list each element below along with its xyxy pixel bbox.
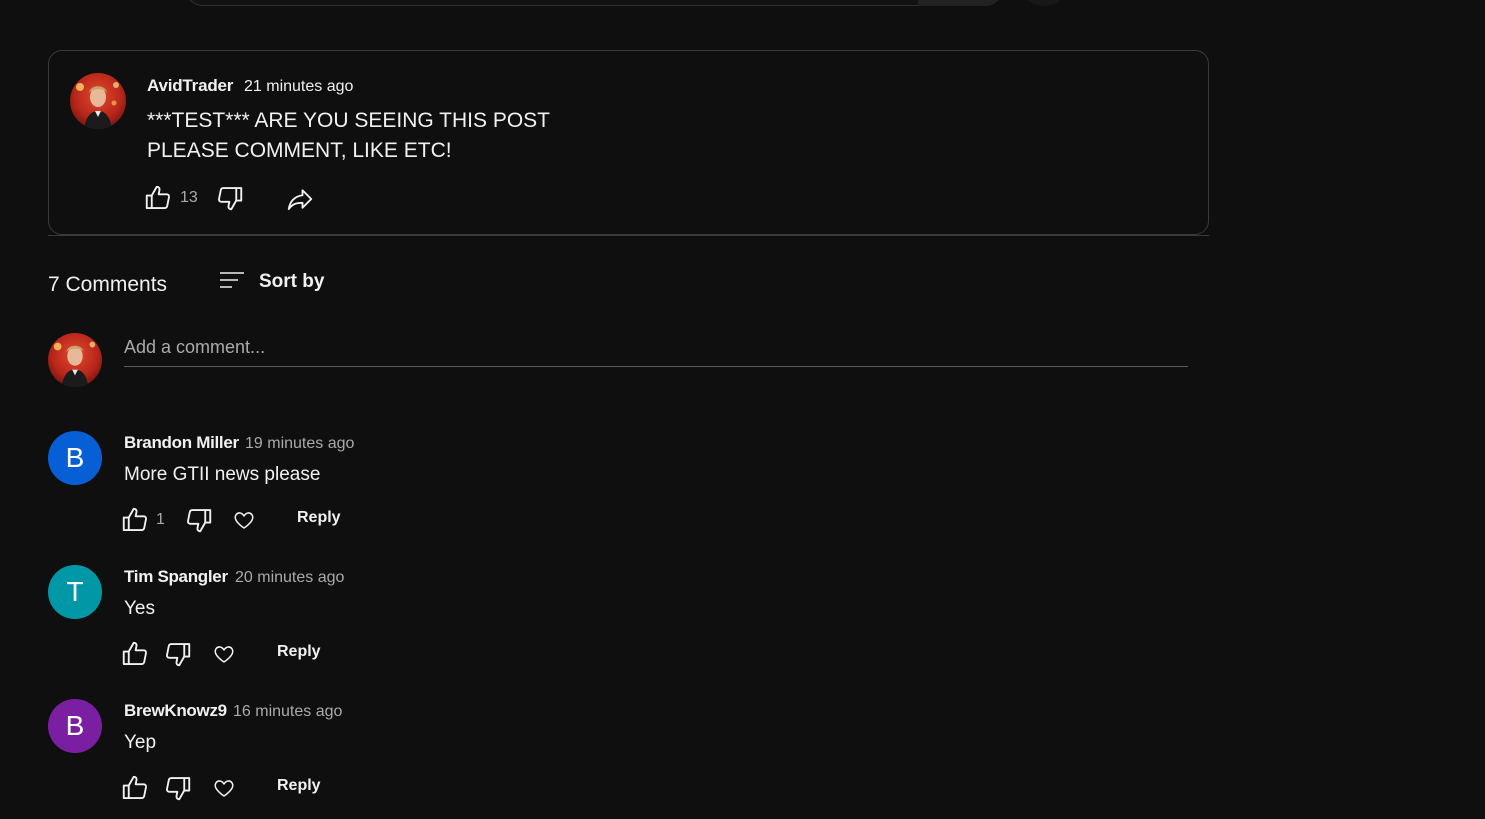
heart-icon: [214, 780, 234, 797]
thumbs-down-icon: [187, 509, 212, 533]
dislike-button[interactable]: [163, 639, 193, 669]
comment-timestamp[interactable]: 16 minutes ago: [233, 703, 342, 721]
comment-timestamp[interactable]: 20 minutes ago: [235, 569, 344, 587]
comment-author[interactable]: BrewKnowz9: [124, 701, 227, 721]
comment-thread: B Brandon Miller 19 minutes ago More GTI…: [48, 431, 748, 551]
heart-button[interactable]: [212, 776, 236, 800]
post-author-name[interactable]: AvidTrader: [147, 76, 233, 96]
thumbs-up-icon: [122, 641, 147, 665]
commenter-avatar[interactable]: T: [48, 565, 102, 619]
post-text-line: ***TEST*** ARE YOU SEEING THIS POST: [147, 109, 551, 132]
like-button[interactable]: [120, 773, 150, 803]
dislike-button[interactable]: [184, 505, 214, 535]
heart-icon: [214, 646, 234, 663]
thumbs-up-icon: [145, 185, 170, 209]
add-comment-field[interactable]: [124, 334, 1188, 367]
post-text-line: PLEASE COMMENT, LIKE ETC!: [147, 139, 452, 162]
reply-button[interactable]: Reply: [297, 509, 341, 527]
comment-actions: Reply: [120, 639, 420, 669]
comment-thread: B BrewKnowz9 16 minutes ago Yep Reply: [48, 699, 748, 819]
community-post: AvidTrader 21 minutes ago ***TEST*** ARE…: [48, 50, 1209, 235]
voice-search-button[interactable]: [1022, 0, 1066, 6]
comments-count: 7 Comments: [48, 273, 168, 296]
like-button[interactable]: [120, 505, 150, 535]
thumbs-down-icon: [166, 643, 191, 667]
comment-thread: T Tim Spangler 20 minutes ago Yes Reply: [48, 565, 748, 685]
like-button[interactable]: [120, 639, 150, 669]
heart-icon: [234, 512, 254, 529]
author-avatar[interactable]: [70, 73, 126, 129]
comment-author[interactable]: Brandon Miller: [124, 433, 239, 453]
comment-text: Yep: [124, 732, 157, 753]
heart-button[interactable]: [212, 642, 236, 666]
heart-button[interactable]: [232, 508, 256, 532]
comment-text: Yes: [124, 598, 155, 619]
comment-actions: Reply: [120, 773, 420, 803]
share-button[interactable]: [285, 184, 315, 214]
search-button[interactable]: [918, 0, 1003, 6]
post-text: ***TEST*** ARE YOU SEEING THIS POST PLEA…: [147, 106, 747, 166]
dislike-button[interactable]: [163, 773, 193, 803]
commenter-avatar[interactable]: B: [48, 699, 102, 753]
thumbs-down-icon: [166, 777, 191, 801]
sort-by-button[interactable]: Sort by: [218, 268, 338, 298]
sort-icon: [220, 272, 244, 288]
section-divider: [48, 235, 1209, 236]
search-input[interactable]: [185, 0, 1003, 6]
thumbs-up-icon: [122, 775, 147, 799]
add-comment-input[interactable]: [124, 334, 1188, 360]
current-user-avatar: [48, 333, 102, 387]
reply-button[interactable]: Reply: [277, 643, 321, 661]
top-search-bar: [0, 0, 1485, 10]
dislike-button[interactable]: [215, 183, 245, 213]
share-icon: [287, 189, 313, 210]
post-timestamp[interactable]: 21 minutes ago: [244, 78, 353, 96]
like-button[interactable]: [143, 183, 173, 213]
comment-timestamp[interactable]: 19 minutes ago: [245, 435, 354, 453]
like-count: 1: [156, 511, 165, 528]
comment-actions: 1 Reply: [120, 505, 420, 535]
reply-button[interactable]: Reply: [277, 777, 321, 795]
post-actions: 13: [143, 183, 343, 213]
sort-by-label: Sort by: [259, 271, 325, 292]
commenter-avatar[interactable]: B: [48, 431, 102, 485]
thumbs-down-icon: [218, 187, 243, 211]
comment-text: More GTII news please: [124, 464, 321, 485]
thumbs-up-icon: [122, 507, 147, 531]
like-count: 13: [180, 189, 198, 206]
comment-author[interactable]: Tim Spangler: [124, 567, 228, 587]
